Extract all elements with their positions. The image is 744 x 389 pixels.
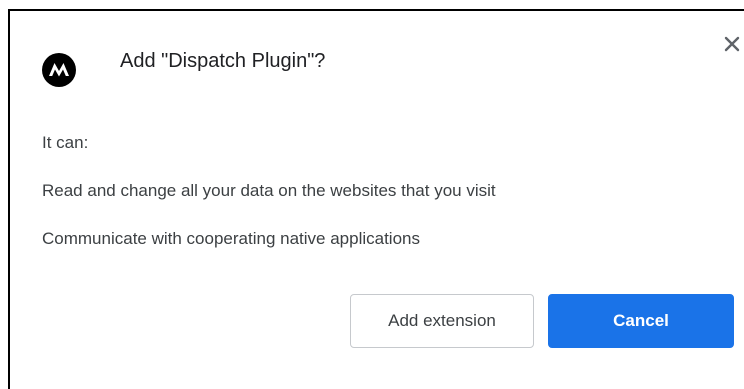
cancel-button[interactable]: Cancel: [548, 294, 734, 348]
permissions-intro: It can:: [42, 133, 89, 152]
close-icon[interactable]: [720, 32, 744, 56]
dialog-title: Add "Dispatch Plugin"?: [120, 50, 326, 72]
add-extension-button[interactable]: Add extension: [350, 294, 534, 348]
permission-item: Communicate with cooperating native appl…: [42, 229, 420, 248]
extension-install-dialog: Add "Dispatch Plugin"? It can: Read and …: [8, 9, 744, 389]
motorola-logo-glyph: [49, 63, 69, 77]
motorola-logo-icon: [42, 53, 76, 87]
permission-item: Read and change all your data on the web…: [42, 181, 496, 200]
